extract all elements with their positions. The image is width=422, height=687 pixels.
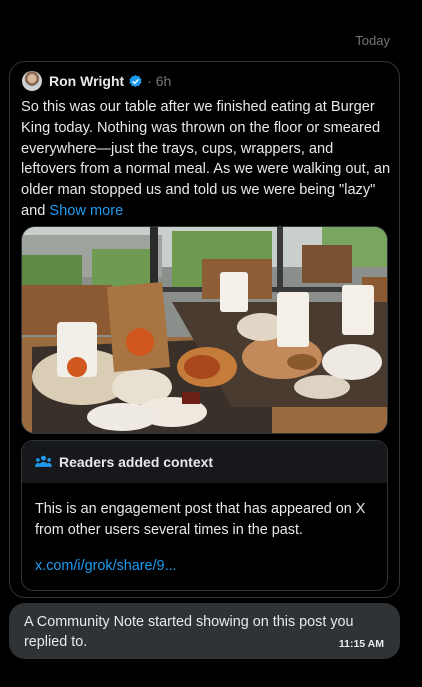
shared-post-card[interactable]: Ron Wright · 6h So this was our table af… (9, 61, 400, 598)
message-timestamp: 11:15 AM (338, 638, 384, 650)
community-note-title: Readers added context (59, 454, 214, 470)
post-text-content: So this was our table after we finished … (21, 99, 391, 219)
post-header: Ron Wright · 6h (22, 71, 171, 91)
post-text: So this was our table after we finished … (21, 97, 391, 222)
post-photo[interactable] (21, 226, 388, 434)
message-text: A Community Note started showing on this… (24, 614, 354, 650)
community-note-link[interactable]: x.com/i/grok/share/9... (35, 558, 177, 574)
avatar[interactable] (22, 71, 42, 91)
community-note-body: This is an engagement post that has appe… (35, 501, 366, 538)
dm-conversation: Today Ron Wright · 6h So this was our ta… (0, 0, 422, 687)
community-note[interactable]: Readers added context This is an engagem… (21, 440, 388, 591)
verified-badge-icon (129, 74, 142, 87)
people-icon (35, 455, 52, 467)
show-more-link[interactable]: Show more (49, 203, 123, 219)
author-name[interactable]: Ron Wright (49, 73, 124, 89)
community-note-header: Readers added context (22, 441, 387, 483)
message-bubble[interactable]: A Community Note started showing on this… (9, 603, 400, 659)
photo-burger-king-table (22, 227, 387, 433)
post-timestamp: · 6h (147, 73, 172, 89)
date-separator: Today (355, 33, 390, 48)
